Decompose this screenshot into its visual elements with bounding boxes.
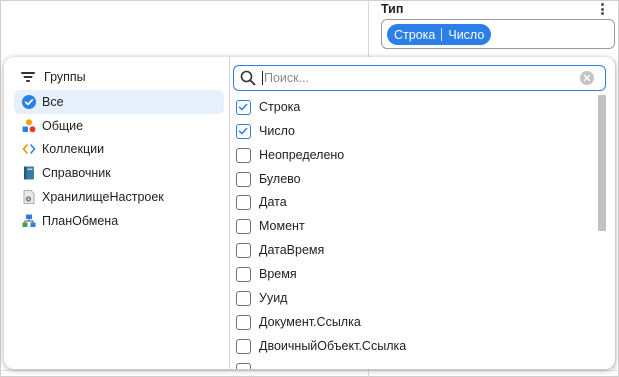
type-item-label: Число bbox=[259, 124, 295, 138]
checkbox[interactable] bbox=[236, 362, 251, 369]
chip-separator bbox=[441, 28, 443, 41]
type-field[interactable]: Строка Число bbox=[381, 19, 615, 49]
search-input[interactable] bbox=[264, 68, 564, 88]
checkbox[interactable] bbox=[236, 290, 251, 306]
type-title: Тип bbox=[381, 2, 404, 16]
group-item-label: ПланОбмена bbox=[42, 214, 119, 228]
type-item-moment[interactable]: Момент bbox=[236, 215, 305, 237]
type-item-binary-object-ref[interactable]: ДвоичныйОбъект.Ссылка bbox=[236, 335, 406, 357]
shapes-icon bbox=[22, 119, 36, 133]
scrollbar-thumb[interactable] bbox=[598, 95, 606, 231]
checkbox[interactable] bbox=[236, 338, 251, 354]
type-item-datetime[interactable]: ДатаВремя bbox=[236, 239, 324, 261]
group-item-all[interactable]: Все bbox=[14, 90, 224, 114]
checkbox[interactable] bbox=[236, 147, 251, 163]
type-item-document-ref[interactable]: Документ.Ссылка bbox=[236, 311, 361, 333]
type-item-boolean[interactable]: Булево bbox=[236, 168, 301, 190]
exchange-plan-icon bbox=[22, 214, 36, 228]
groups-header[interactable]: Группы bbox=[21, 68, 86, 86]
group-item-collections[interactable]: Коллекции bbox=[14, 137, 224, 161]
type-item-undefined[interactable]: Неопределено bbox=[236, 144, 344, 166]
type-item-time[interactable]: Время bbox=[236, 263, 297, 285]
type-list-scrollbar[interactable] bbox=[598, 95, 607, 367]
filter-icon bbox=[21, 71, 35, 83]
type-item-partial[interactable] bbox=[236, 359, 251, 369]
type-item-uuid[interactable]: Ууид bbox=[236, 287, 287, 309]
type-item-label: Строка bbox=[259, 100, 301, 114]
checkbox[interactable] bbox=[236, 171, 251, 187]
checkbox[interactable] bbox=[236, 218, 251, 234]
group-item-exchange-plan[interactable]: ПланОбмена bbox=[14, 209, 224, 233]
group-item-label: Справочник bbox=[42, 166, 111, 180]
groups-header-label: Группы bbox=[44, 70, 86, 84]
type-chip[interactable]: Строка bbox=[394, 28, 435, 42]
type-item-label: Булево bbox=[259, 172, 301, 186]
groups-pane: Группы Все Общие Коллекции Справочник Хр… bbox=[4, 57, 229, 369]
checkbox[interactable] bbox=[236, 194, 251, 210]
group-item-settings-storage[interactable]: ХранилищеНастроек bbox=[14, 185, 224, 209]
type-list: Строка Число Неопределено Булево Дата Мо… bbox=[236, 95, 596, 369]
type-chips[interactable]: Строка Число bbox=[387, 24, 492, 45]
divider bbox=[0, 370, 619, 371]
type-item-label: Момент bbox=[259, 219, 305, 233]
code-brackets-icon bbox=[22, 142, 36, 156]
group-item-common[interactable]: Общие bbox=[14, 114, 224, 138]
more-options-icon[interactable] bbox=[597, 1, 607, 17]
type-item-label: Время bbox=[259, 267, 297, 281]
group-item-label: Все bbox=[42, 95, 64, 109]
group-item-label: Общие bbox=[42, 119, 84, 133]
pane-divider bbox=[229, 57, 230, 369]
type-picker-popup: Группы Все Общие Коллекции Справочник Хр… bbox=[4, 57, 615, 369]
checkbox[interactable] bbox=[236, 99, 251, 115]
checkbox[interactable] bbox=[236, 123, 251, 139]
group-item-label: Коллекции bbox=[42, 142, 105, 156]
book-icon bbox=[22, 166, 36, 180]
check-circle-icon bbox=[22, 95, 36, 109]
group-item-catalog[interactable]: Справочник bbox=[14, 161, 224, 185]
type-section: Тип Строка Число bbox=[381, 0, 616, 56]
checkbox[interactable] bbox=[236, 314, 251, 330]
search-icon bbox=[240, 70, 256, 86]
type-item-label: Документ.Ссылка bbox=[259, 315, 361, 329]
type-item-date[interactable]: Дата bbox=[236, 191, 287, 213]
type-item-label: ДвоичныйОбъект.Ссылка bbox=[259, 339, 407, 353]
text-caret bbox=[262, 71, 263, 85]
clear-search-icon[interactable] bbox=[580, 71, 594, 85]
type-item-label: ДатаВремя bbox=[259, 243, 325, 257]
settings-storage-icon bbox=[22, 190, 36, 204]
type-item-label: Дата bbox=[259, 195, 287, 209]
type-item-number[interactable]: Число bbox=[236, 120, 295, 142]
checkbox[interactable] bbox=[236, 266, 251, 282]
group-item-label: ХранилищеНастроек bbox=[42, 190, 164, 204]
type-item-string[interactable]: Строка bbox=[236, 96, 300, 118]
checkbox[interactable] bbox=[236, 242, 251, 258]
type-chip[interactable]: Число bbox=[448, 28, 484, 42]
type-item-label: Неопределено bbox=[259, 148, 345, 162]
search-box[interactable] bbox=[233, 65, 606, 91]
type-item-label: Ууид bbox=[259, 291, 288, 305]
